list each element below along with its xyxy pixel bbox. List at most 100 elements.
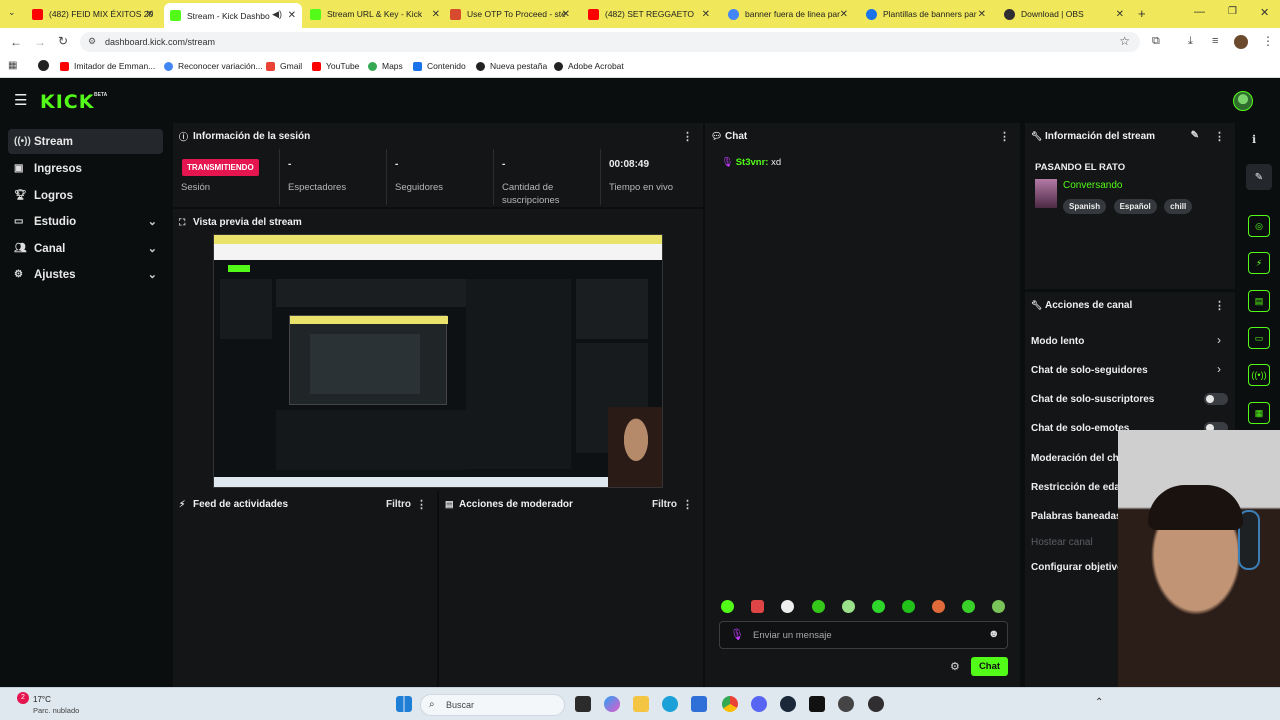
apps-grid-icon[interactable]: ▦ — [8, 60, 17, 71]
windows-start-icon[interactable] — [396, 696, 412, 712]
new-tab-button[interactable]: + — [1138, 6, 1146, 21]
sidebar-item-stream[interactable]: ((•)) Stream — [8, 129, 163, 154]
url-bar[interactable]: ⚙ dashboard.kick.com/stream ☆ — [80, 32, 1140, 52]
kebab-menu-icon[interactable]: ⋮ — [682, 498, 693, 511]
kick-logo[interactable]: KICK — [40, 91, 94, 113]
bookmark-item[interactable]: Contenido — [413, 61, 466, 71]
filter-button[interactable]: Filtro — [652, 499, 677, 510]
site-info-icon[interactable]: ⚙ — [88, 36, 96, 47]
close-icon[interactable]: ✕ — [978, 9, 986, 20]
browser-tab[interactable]: Use OTP To Proceed - ste ✕ — [446, 4, 576, 24]
copilot-icon[interactable] — [604, 696, 620, 712]
filter-button[interactable]: Filtro — [386, 499, 411, 510]
chat-username[interactable]: St3vnr: — [736, 157, 769, 168]
bookmark-item[interactable]: Imitador de Emman... — [60, 61, 155, 71]
clipboard-tool-button[interactable]: ▤ — [1248, 290, 1270, 312]
hamburger-menu-icon[interactable]: ☰ — [14, 91, 27, 109]
website-icon[interactable] — [38, 60, 49, 71]
close-icon[interactable]: ✕ — [840, 9, 848, 20]
bookmark-star-icon[interactable]: ☆ — [1119, 34, 1130, 48]
capture-tool-button[interactable]: ◎ — [1248, 215, 1270, 237]
browser-tab[interactable]: Download | OBS ✕ — [1000, 4, 1130, 24]
user-avatar[interactable] — [1233, 91, 1253, 111]
browser-tab[interactable]: banner fuera de linea par ✕ — [724, 4, 854, 24]
browser-tab[interactable]: (482) SET REGGAETO ✕ — [584, 4, 716, 24]
close-icon[interactable]: ✕ — [702, 9, 710, 20]
send-chat-button[interactable]: Chat — [971, 657, 1008, 676]
emotes-only-action[interactable]: Chat de solo-emotes — [1031, 423, 1129, 434]
stream-video-preview[interactable] — [213, 234, 663, 488]
minimize-button[interactable]: — — [1194, 6, 1205, 18]
kebab-menu-icon[interactable]: ⋮ — [1214, 130, 1225, 143]
emote-icon[interactable] — [992, 600, 1005, 613]
close-window-button[interactable]: ✕ — [1260, 6, 1269, 19]
back-icon[interactable]: ← — [10, 35, 22, 49]
edge-icon[interactable] — [662, 696, 678, 712]
weather-temp[interactable]: 17°C — [33, 695, 51, 704]
chrome-icon[interactable] — [722, 696, 738, 712]
file-explorer-icon[interactable] — [633, 696, 649, 712]
steam-icon[interactable] — [780, 696, 796, 712]
close-icon[interactable]: ✕ — [146, 9, 154, 20]
sidebar-item-estudio[interactable]: ▭ Estudio ⌄ — [8, 209, 163, 234]
sidebar-item-ingresos[interactable]: ▣ Ingresos — [8, 156, 163, 181]
browser-tab[interactable]: (482) FEID MIX ÉXITOS 20 ✕ — [28, 4, 160, 24]
emote-icon[interactable] — [902, 600, 915, 613]
emoji-picker-icon[interactable]: ☻ — [988, 628, 1000, 640]
emote-icon[interactable] — [751, 600, 764, 613]
tiktok-icon[interactable] — [809, 696, 825, 712]
browser-tab-active[interactable]: Stream - Kick Dashbo ◀) ✕ — [164, 3, 302, 28]
stream-tag[interactable]: Español — [1113, 199, 1157, 214]
lightning-tool-button[interactable]: ⚡︎ — [1248, 252, 1270, 274]
bookmark-item[interactable]: Maps — [368, 61, 403, 71]
emote-icon[interactable] — [872, 600, 885, 613]
layout-tool-button[interactable]: ▦ — [1248, 402, 1270, 424]
chat-tool-button[interactable]: ▭ — [1248, 327, 1270, 349]
extensions-icon[interactable]: ⧉ — [1152, 35, 1160, 48]
emote-icon[interactable] — [812, 600, 825, 613]
edit-pencil-icon[interactable]: ✎ — [1191, 130, 1199, 141]
kebab-menu-icon[interactable]: ⋮ — [682, 130, 693, 143]
bookmark-item[interactable]: Reconocer variación... — [164, 61, 263, 71]
store-icon[interactable] — [691, 696, 707, 712]
bookmark-item[interactable]: Adobe Acrobat — [554, 61, 624, 71]
profile-avatar[interactable] — [1234, 35, 1248, 49]
category-link[interactable]: Conversando — [1063, 180, 1122, 191]
kebab-menu-icon[interactable]: ⋮ — [999, 130, 1010, 143]
emote-icon[interactable] — [781, 600, 794, 613]
broadcast-tool-button[interactable]: ((•)) — [1248, 364, 1270, 386]
followers-only-action[interactable]: Chat de solo-seguidores — [1031, 365, 1148, 376]
set-goal-action[interactable]: Configurar objetivo — [1031, 562, 1123, 573]
kebab-menu-icon[interactable]: ⋮ — [416, 498, 427, 511]
discord-icon[interactable] — [751, 696, 767, 712]
age-restriction-action[interactable]: Restricción de edad — [1031, 482, 1126, 493]
edit-tool-button[interactable]: ✎ — [1246, 164, 1272, 190]
maximize-button[interactable]: ❐ — [1228, 6, 1237, 17]
task-view-icon[interactable] — [575, 696, 591, 712]
bookmark-item[interactable]: Nueva pestaña — [476, 61, 547, 71]
download-icon[interactable]: ⤓ — [1188, 35, 1193, 48]
media-icon[interactable]: ≡ — [1212, 35, 1218, 47]
stream-tag[interactable]: Spanish — [1063, 199, 1107, 214]
forward-icon[interactable]: → — [34, 35, 46, 49]
speaker-icon[interactable]: ◀) — [272, 9, 282, 20]
stream-tag[interactable]: chill — [1164, 199, 1193, 214]
kebab-menu-icon[interactable]: ⋮ — [1214, 299, 1225, 312]
sidebar-item-logros[interactable]: 🏆︎ Logros — [8, 183, 163, 208]
subscribers-only-action[interactable]: Chat de solo-suscriptores — [1031, 394, 1154, 405]
taskbar-search[interactable]: ⌕ Buscar — [420, 694, 565, 716]
tab-search-icon[interactable]: ⌄ — [8, 7, 16, 18]
obs-icon[interactable] — [868, 696, 884, 712]
close-icon[interactable]: ✕ — [288, 10, 296, 21]
info-icon[interactable]: ℹ — [1252, 133, 1256, 146]
banned-words-action[interactable]: Palabras baneadas — [1031, 511, 1122, 522]
bookmark-item[interactable]: YouTube — [312, 61, 359, 71]
browser-tab[interactable]: Stream URL & Key - Kick ✕ — [306, 4, 446, 24]
chat-input[interactable]: 🎙︎ Enviar un mensaje ☻ — [719, 621, 1008, 649]
sidebar-item-ajustes[interactable]: ⚙ Ajustes ⌄ — [8, 262, 163, 287]
emote-icon[interactable] — [721, 600, 734, 613]
chevron-right-icon[interactable]: › — [1217, 333, 1221, 347]
emote-icon[interactable] — [842, 600, 855, 613]
tray-chevron-up-icon[interactable]: ⌃ — [1095, 697, 1103, 708]
close-icon[interactable]: ✕ — [1116, 9, 1124, 20]
